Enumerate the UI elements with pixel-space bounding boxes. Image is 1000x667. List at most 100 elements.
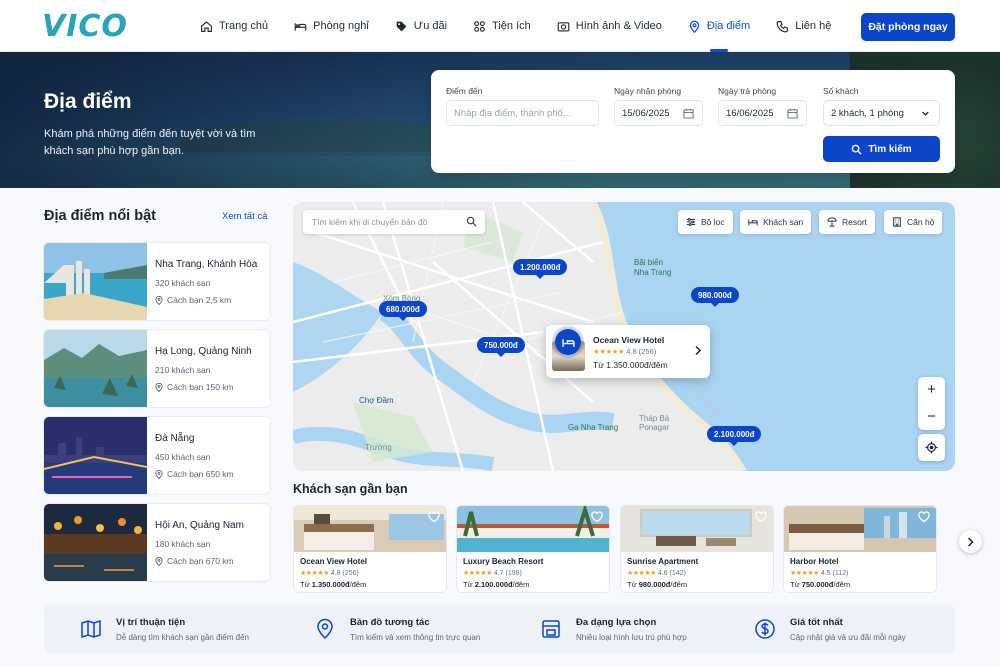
hotel-image: [457, 506, 609, 552]
nav-item-media[interactable]: Hình ảnh & Video: [557, 0, 662, 52]
checkout-field[interactable]: 16/06/2025: [718, 100, 807, 126]
guests-value: 2 khách, 1 phòng: [831, 107, 904, 119]
checkin-field[interactable]: 15/06/2025: [614, 100, 703, 126]
chevron-right-icon[interactable]: [694, 345, 702, 356]
filter-hotel[interactable]: Khách sạn: [740, 210, 812, 234]
umbrella-icon: [827, 217, 837, 227]
nav-label: Liên hệ: [795, 20, 832, 32]
destination-image: [44, 330, 147, 407]
nav-item-locations[interactable]: Địa điểm: [688, 0, 750, 52]
crosshair-icon: [925, 441, 938, 454]
nav-item-rooms[interactable]: Phòng nghỉ: [294, 0, 369, 52]
nav-label: Ưu đãi: [413, 20, 448, 32]
nav-item-offers[interactable]: Ưu đãi: [395, 0, 447, 52]
building-icon: [893, 217, 901, 227]
destination-card[interactable]: Nha Trang, Khánh Hòa 320 khách sạn Cách …: [43, 242, 271, 321]
search-panel: Điểm đến Nhập địa điểm, thành phố... Ngà…: [431, 70, 955, 173]
heart-icon[interactable]: [755, 511, 767, 523]
calendar-icon: [683, 108, 694, 119]
nav-label: Trang chủ: [219, 20, 269, 32]
guests-label: Số khách: [823, 86, 859, 96]
carousel-next-button[interactable]: [959, 530, 982, 553]
price-marker[interactable]: 2.100.000đ: [707, 426, 762, 446]
guests-select[interactable]: 2 khách, 1 phòng: [823, 100, 940, 126]
search-button[interactable]: Tìm kiếm: [823, 136, 940, 162]
rating-stars: ★★★★★: [593, 347, 625, 356]
destination-input[interactable]: Nhập địa điểm, thành phố...: [446, 100, 599, 126]
page-subtitle: Khám phá những điểm đến tuyệt vời và tìm…: [44, 128, 256, 157]
location-pin-icon: [317, 618, 333, 640]
hotel-rating: ★★★★★ 4.8 (256): [593, 347, 657, 356]
price-marker[interactable]: 1.200.000đ: [513, 259, 568, 279]
hotel-image: [294, 506, 446, 552]
dollar-icon: [755, 619, 775, 639]
destination-distance: Cách bạn 670 km: [155, 556, 234, 566]
nav-label: Tiện ích: [492, 20, 531, 32]
zoom-in-button[interactable]: +: [918, 377, 945, 403]
nav-label: Hình ảnh & Video: [575, 20, 662, 32]
price-marker[interactable]: 980.000đ: [691, 287, 739, 307]
price-marker[interactable]: 680.000đ: [379, 301, 427, 321]
interactive-map[interactable]: Tìm kiếm khi di chuyển bản đồ Bộ lọc Khá…: [293, 202, 955, 471]
book-now-button[interactable]: Đặt phòng ngay: [861, 13, 955, 41]
hotel-card[interactable]: Luxury Beach Resort ★★★★★ 4.7 (198) Từ 2…: [456, 505, 610, 593]
filter-resort[interactable]: Resort: [819, 210, 876, 234]
nav-label: Phòng nghỉ: [313, 20, 369, 32]
hotel-card[interactable]: Ocean View Hotel ★★★★★ 4.8 (256) Từ 1.35…: [293, 505, 447, 593]
location-pin-icon: [689, 20, 699, 33]
hotel-rating: ★★★★★ 4.6 (142): [627, 570, 686, 577]
bed-icon: [561, 338, 575, 347]
map-label-school: Trường: [365, 443, 392, 452]
bed-icon: [294, 22, 307, 31]
hotel-rating: ★★★★★ 4.8 (256): [300, 570, 359, 577]
selected-hotel-marker[interactable]: [555, 329, 581, 355]
see-all-link[interactable]: Xem tất cả: [222, 211, 267, 222]
heart-icon[interactable]: [918, 511, 930, 523]
chevron-down-icon: [922, 111, 929, 116]
page-title: Địa điểm: [44, 90, 132, 113]
destination-name: Hội An, Quảng Nam: [155, 520, 244, 531]
hotel-name: Harbor Hotel: [790, 557, 839, 566]
features-bar: Vị trí thuận tiện Dễ dàng tìm khách sạn …: [44, 605, 955, 653]
feature-desc: Cập nhật giá và ưu đãi mỗi ngày: [790, 633, 906, 642]
nav-item-home[interactable]: Trang chủ: [200, 0, 268, 52]
location-pin-icon: [155, 295, 163, 305]
location-pin-icon: [155, 469, 163, 479]
bed-icon: [748, 219, 758, 226]
locate-me-button[interactable]: [918, 434, 945, 461]
nav-item-amenities[interactable]: Tiện ích: [473, 0, 531, 52]
filter-button[interactable]: Bộ lọc: [678, 210, 733, 234]
checkin-value: 15/06/2025: [622, 107, 670, 119]
zoom-out-button[interactable]: −: [918, 404, 945, 430]
destination-count: 320 khách sạn: [155, 278, 211, 288]
heart-icon[interactable]: [428, 511, 440, 523]
search-icon: [466, 216, 477, 227]
heart-icon[interactable]: [591, 511, 603, 523]
destination-card[interactable]: Hội An, Quảng Nam 180 khách sạn Cách bạn…: [43, 503, 271, 582]
hotel-name: Ocean View Hotel: [300, 557, 367, 566]
location-pin-icon: [155, 382, 163, 392]
price-marker[interactable]: 750.000đ: [477, 337, 525, 357]
destination-distance: Cách bạn 150 km: [155, 382, 234, 392]
hotel-rating: ★★★★★ 4.5 (112): [790, 570, 849, 577]
tag-icon: [396, 21, 407, 31]
brand-logo[interactable]: VICO: [42, 12, 128, 42]
destination-card[interactable]: Đà Nẵng 450 khách sạn Cách bạn 650 km: [43, 416, 271, 495]
destination-card[interactable]: Hạ Long, Quảng Ninh 210 khách sạn Cách b…: [43, 329, 271, 408]
hotel-name: Luxury Beach Resort: [463, 557, 544, 566]
destination-label: Điểm đến: [446, 86, 483, 96]
sliders-icon: [686, 217, 696, 227]
zoom-controls: + −: [918, 377, 945, 430]
destination-name: Đà Nẵng: [155, 433, 195, 444]
hotel-image: [784, 506, 936, 552]
hotel-card[interactable]: Sunrise Apartment ★★★★★ 4.6 (142) Từ 980…: [620, 505, 774, 593]
map-search-input[interactable]: Tìm kiếm khi di chuyển bản đồ: [303, 210, 485, 234]
feature-title: Vị trí thuận tiện: [116, 617, 186, 628]
destination-count: 210 khách sạn: [155, 365, 211, 375]
main-nav: Trang chủ Phòng nghỉ Ưu đãi Tiện ích Hìn…: [200, 0, 857, 52]
filter-apartment[interactable]: Căn hộ: [884, 210, 943, 234]
nav-item-contact[interactable]: Liên hệ: [776, 0, 831, 52]
hotel-card[interactable]: Harbor Hotel ★★★★★ 4.5 (112) Từ 750.000đ…: [783, 505, 937, 593]
destination-distance: Cách bạn 650 km: [155, 469, 234, 479]
checkout-label: Ngày trả phòng: [718, 86, 777, 96]
